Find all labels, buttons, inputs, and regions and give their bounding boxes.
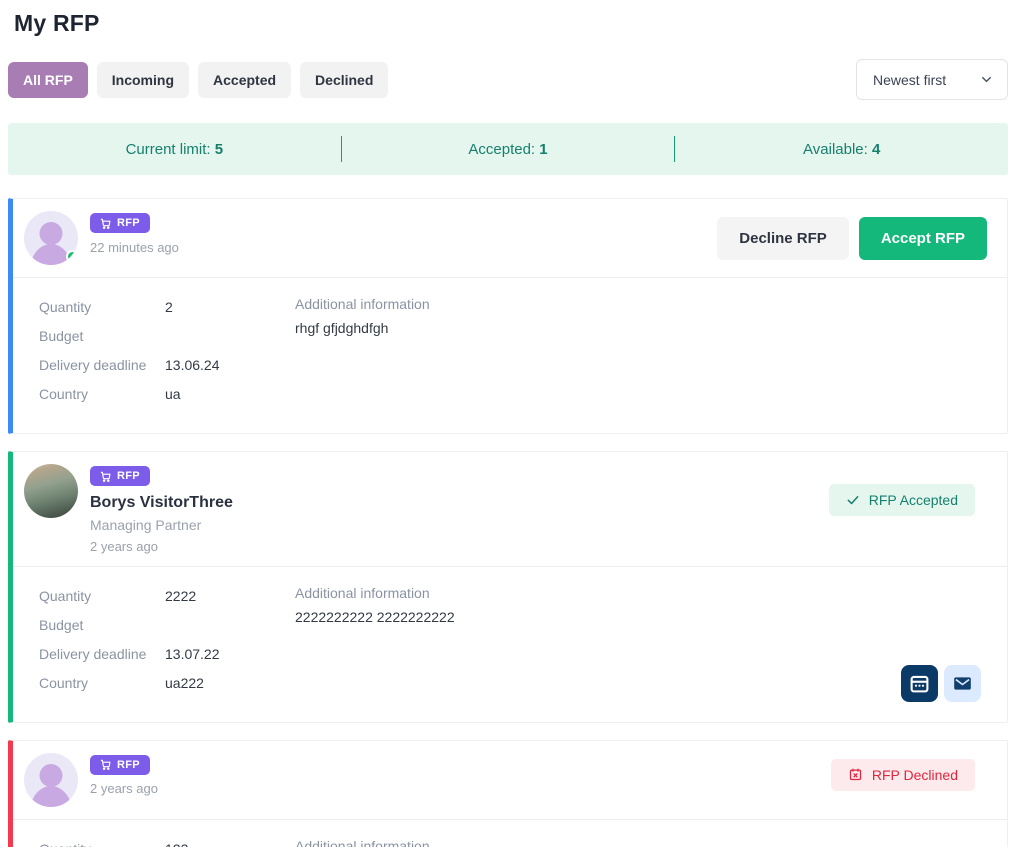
avatar-placeholder-icon <box>40 764 63 787</box>
card-header: RFP 22 minutes ago Decline RFP Accept RF… <box>13 199 1007 277</box>
stat-current-limit: Current limit: 5 <box>8 141 341 158</box>
chevron-down-icon <box>979 72 994 87</box>
timestamp: 2 years ago <box>90 539 233 554</box>
rfp-badge: RFP <box>90 755 150 775</box>
rfp-card-declined: RFP 2 years ago RFP Declined Quantity123… <box>8 740 1008 847</box>
additional-info: Additional information 2222222222 222222… <box>295 582 981 698</box>
quantity-value: 2 <box>165 293 173 322</box>
status-badge-declined: RFP Declined <box>831 759 975 791</box>
rfp-fields: Quantity123 <box>39 835 295 847</box>
card-header-info: RFP 2 years ago <box>90 753 158 797</box>
tab-declined[interactable]: Declined <box>300 62 388 98</box>
country-value: ua222 <box>165 669 204 698</box>
decline-rfp-button[interactable]: Decline RFP <box>717 217 849 260</box>
calendar-button[interactable] <box>901 665 938 702</box>
rfp-page: My RFP All RFP Incoming Accepted Decline… <box>0 0 1016 847</box>
tab-incoming[interactable]: Incoming <box>97 62 189 98</box>
avatar <box>24 211 78 265</box>
card-header-info: RFP Borys VisitorThree Managing Partner … <box>90 464 233 554</box>
rfp-card-incoming: RFP 22 minutes ago Decline RFP Accept RF… <box>8 198 1008 434</box>
tab-all-rfp[interactable]: All RFP <box>8 62 88 98</box>
rfp-fields: Quantity2222 Budget Delivery deadline13.… <box>39 582 295 698</box>
accept-rfp-button[interactable]: Accept RFP <box>859 217 987 260</box>
mail-icon <box>952 673 973 694</box>
card-header: RFP 2 years ago RFP Declined <box>13 741 1007 819</box>
filter-tabs: All RFP Incoming Accepted Declined <box>8 62 388 98</box>
quantity-value: 123 <box>165 835 188 847</box>
calendar-icon <box>909 673 930 694</box>
timestamp: 2 years ago <box>90 781 158 796</box>
rfp-badge: RFP <box>90 213 150 233</box>
rfp-card-accepted: RFP Borys VisitorThree Managing Partner … <box>8 451 1008 723</box>
sort-value: Newest first <box>873 72 946 88</box>
timestamp: 22 minutes ago <box>90 240 179 255</box>
avatar-placeholder-icon <box>40 222 63 245</box>
rfp-fields: Quantity2 Budget Delivery deadline13.06.… <box>39 293 295 409</box>
person-title: Managing Partner <box>90 517 233 533</box>
cart-icon <box>100 218 111 229</box>
check-icon <box>846 493 860 507</box>
person-name: Borys VisitorThree <box>90 494 233 512</box>
additional-info-value: 2222222222 2222222222 <box>295 607 981 627</box>
country-value: ua <box>165 380 181 409</box>
cart-icon <box>100 471 111 482</box>
online-status-dot <box>66 250 78 263</box>
avatar <box>24 464 78 518</box>
tab-accepted[interactable]: Accepted <box>198 62 291 98</box>
additional-info-value: rhgf gfjdghdfgh <box>295 318 981 338</box>
quantity-value: 2222 <box>165 582 196 611</box>
mail-button[interactable] <box>944 665 981 702</box>
cart-icon <box>100 759 111 770</box>
page-title: My RFP <box>14 10 1008 37</box>
card-details: Quantity123 Additional information Test <box>13 820 1007 847</box>
card-details: Quantity2222 Budget Delivery deadline13.… <box>13 567 1007 722</box>
sort-dropdown[interactable]: Newest first <box>856 59 1008 100</box>
toolbar: All RFP Incoming Accepted Declined Newes… <box>8 59 1008 100</box>
limits-bar: Current limit: 5 Accepted: 1 Available: … <box>8 123 1008 175</box>
deadline-value: 13.07.22 <box>165 640 220 669</box>
stat-accepted: Accepted: 1 <box>342 141 675 158</box>
stat-available: Available: 4 <box>675 141 1008 158</box>
calendar-x-icon <box>848 767 863 782</box>
deadline-value: 13.06.24 <box>165 351 220 380</box>
card-actions: Decline RFP Accept RFP <box>717 217 995 260</box>
additional-info: Additional information Test <box>295 835 981 847</box>
status-badge-accepted: RFP Accepted <box>829 484 975 516</box>
rfp-badge: RFP <box>90 466 150 486</box>
avatar <box>24 753 78 807</box>
card-header-info: RFP 22 minutes ago <box>90 211 179 255</box>
card-details: Quantity2 Budget Delivery deadline13.06.… <box>13 278 1007 433</box>
card-header: RFP Borys VisitorThree Managing Partner … <box>13 452 1007 566</box>
contact-actions <box>901 665 981 702</box>
additional-info: Additional information rhgf gfjdghdfgh <box>295 293 981 409</box>
